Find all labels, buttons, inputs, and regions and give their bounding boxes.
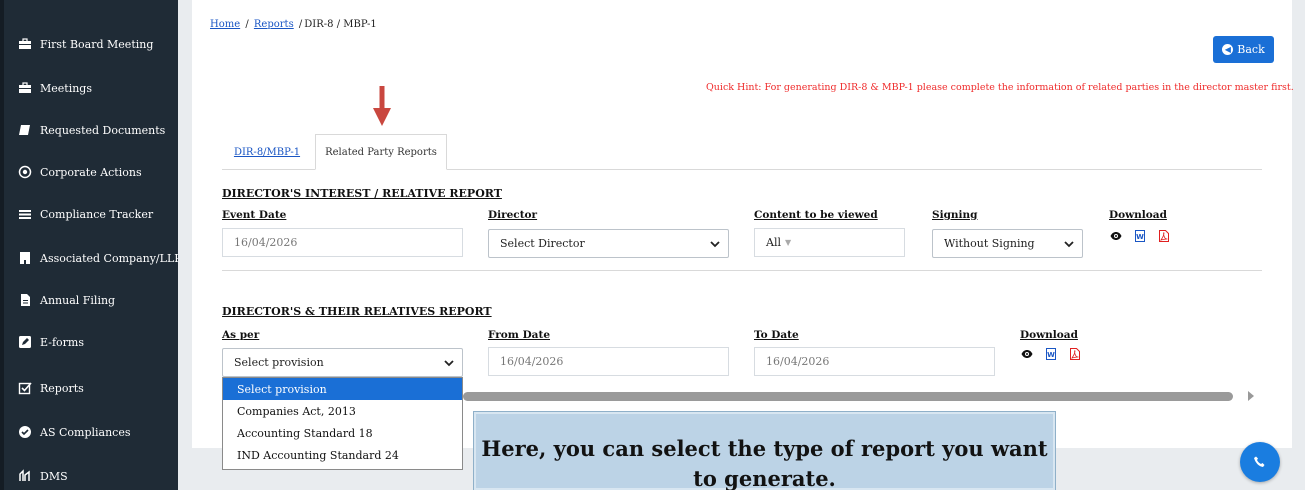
call-button[interactable] <box>1240 442 1280 482</box>
sidebar-item-label: Reports <box>40 381 84 395</box>
as-per-select[interactable]: Select provision <box>222 348 463 377</box>
director-select[interactable]: Select Director <box>488 229 729 258</box>
svg-text:W: W <box>1136 233 1144 241</box>
from-date-field[interactable]: 16/04/2026 <box>488 347 729 376</box>
dropdown-option[interactable]: Select provision <box>223 378 462 400</box>
sidebar-item-label: DMS <box>40 469 68 483</box>
horizontal-scrollbar[interactable] <box>463 392 1233 401</box>
briefcase-icon <box>18 37 32 51</box>
dms-icon <box>18 469 32 483</box>
sidebar-item-first-board-meeting[interactable]: First Board Meeting <box>18 34 153 54</box>
sidebar-item-associated-company[interactable]: Associated Company/LLP <box>18 248 182 268</box>
book-icon <box>18 123 32 137</box>
sidebar-item-corporate-actions[interactable]: Corporate Actions <box>18 162 142 182</box>
sidebar-item-label: E-forms <box>40 335 84 349</box>
as-per-select-value: Select provision <box>234 356 324 369</box>
tab-label: Related Party Reports <box>325 146 437 158</box>
sidebar-item-compliance-tracker[interactable]: Compliance Tracker <box>18 204 153 224</box>
pdf-file-icon[interactable] <box>1069 348 1081 360</box>
content-label: Content to be viewed <box>754 209 878 221</box>
sidebar-item-dms[interactable]: DMS <box>18 466 68 486</box>
quick-hint: Quick Hint: For generating DIR-8 & MBP-1… <box>706 82 1294 93</box>
sidebar: First Board Meeting Meetings Requested D… <box>0 0 182 490</box>
sidebar-item-reports[interactable]: Reports <box>18 378 84 398</box>
content-select[interactable]: All ▼ <box>754 228 905 257</box>
event-date-label: Event Date <box>222 209 287 221</box>
sidebar-item-as-compliances[interactable]: AS Compliances <box>18 422 130 442</box>
provision-dropdown-list: Select provision Companies Act, 2013 Acc… <box>222 377 463 470</box>
back-button[interactable]: ◀ Back <box>1213 36 1274 63</box>
edit-icon <box>18 335 32 349</box>
tutorial-tooltip: Here, you can select the type of report … <box>473 411 1056 490</box>
down-arrow-icon <box>372 86 392 130</box>
breadcrumb-separator: / <box>298 19 303 30</box>
gutter <box>178 0 192 490</box>
list-icon <box>18 207 32 221</box>
sidebar-item-e-forms[interactable]: E-forms <box>18 332 84 352</box>
breadcrumb-home-link[interactable]: Home <box>210 19 240 30</box>
tab-dir8-mbp1[interactable]: DIR-8/MBP-1 <box>222 134 312 170</box>
signing-select[interactable]: Without Signing <box>932 229 1083 258</box>
breadcrumb: Home / Reports / DIR-8 / MBP-1 <box>210 19 377 30</box>
view-eye-icon[interactable] <box>1021 348 1033 360</box>
svg-text:W: W <box>1047 351 1055 359</box>
sidebar-item-label: Compliance Tracker <box>40 207 154 221</box>
chevron-down-icon <box>710 240 720 247</box>
sidebar-item-requested-documents[interactable]: Requested Documents <box>18 120 165 140</box>
director-label: Director <box>488 209 538 221</box>
sidebar-item-label: Associated Company/LLP <box>40 251 182 265</box>
as-per-label: As per <box>222 329 260 341</box>
sidebar-item-label: First Board Meeting <box>40 37 154 51</box>
building-icon <box>18 251 32 265</box>
sidebar-item-annual-filing[interactable]: Annual Filing <box>18 290 115 310</box>
pdf-file-icon[interactable] <box>1158 230 1170 242</box>
section-title-director-interest: DIRECTOR'S INTEREST / RELATIVE REPORT <box>222 187 502 200</box>
download-icons: W <box>1110 230 1170 242</box>
file-icon <box>18 293 32 307</box>
dropdown-option[interactable]: Accounting Standard 18 <box>223 422 462 444</box>
view-eye-icon[interactable] <box>1110 230 1122 242</box>
dropdown-option[interactable]: Companies Act, 2013 <box>223 400 462 422</box>
briefcase-icon <box>18 81 32 95</box>
checkbox-icon <box>18 381 32 395</box>
from-date-label: From Date <box>488 329 551 341</box>
breadcrumb-reports-link[interactable]: Reports <box>254 19 294 30</box>
word-file-icon[interactable]: W <box>1134 230 1146 242</box>
download-label: Download <box>1109 209 1167 221</box>
chevron-down-icon <box>444 359 454 366</box>
breadcrumb-separator: / <box>245 19 249 30</box>
sidebar-item-meetings[interactable]: Meetings <box>18 78 92 98</box>
dropdown-option[interactable]: IND Accounting Standard 24 <box>223 444 462 466</box>
check-circle-icon <box>18 425 32 439</box>
section-divider <box>222 270 1262 271</box>
caret-down-icon: ▼ <box>784 238 792 247</box>
content-select-value: All <box>766 236 781 249</box>
event-date-field[interactable]: 16/04/2026 <box>222 228 463 257</box>
scroll-right-arrow-icon[interactable] <box>1248 391 1254 401</box>
signing-select-value: Without Signing <box>944 237 1035 250</box>
to-date-label: To Date <box>754 329 799 341</box>
sidebar-item-label: Meetings <box>40 81 92 95</box>
signing-label: Signing <box>932 209 978 221</box>
back-arrow-icon: ◀ <box>1222 44 1234 55</box>
word-file-icon[interactable]: W <box>1045 348 1057 360</box>
sidebar-item-label: Annual Filing <box>40 293 116 307</box>
download-label: Download <box>1020 329 1078 341</box>
tab-related-party-reports[interactable]: Related Party Reports <box>315 134 447 170</box>
sidebar-item-label: Corporate Actions <box>40 165 142 179</box>
gutter <box>1292 0 1305 490</box>
breadcrumb-current: DIR-8 / MBP-1 <box>304 19 377 30</box>
to-date-field[interactable]: 16/04/2026 <box>754 347 995 376</box>
section-title-relatives-report: DIRECTOR'S & THEIR RELATIVES REPORT <box>222 305 492 318</box>
chevron-down-icon <box>1064 240 1074 247</box>
back-label: Back <box>1237 43 1265 56</box>
download-icons: W <box>1021 348 1081 360</box>
target-icon <box>18 165 32 179</box>
director-select-value: Select Director <box>500 237 585 250</box>
sidebar-item-label: Requested Documents <box>40 123 166 137</box>
tab-label: DIR-8/MBP-1 <box>233 146 301 158</box>
phone-icon <box>1254 456 1265 467</box>
sidebar-item-label: AS Compliances <box>40 425 131 439</box>
